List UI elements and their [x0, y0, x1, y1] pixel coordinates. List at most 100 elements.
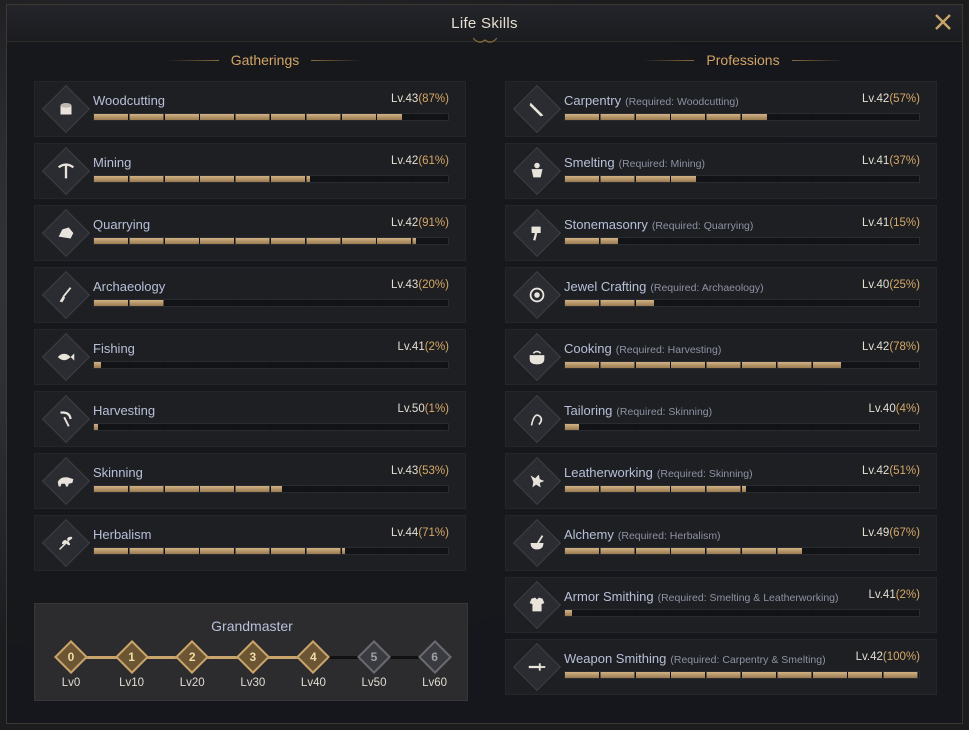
skill-requirement: (Required: Herbalism) [617, 530, 721, 542]
skill-progress-bar [564, 237, 920, 245]
skill-progress-bar [564, 671, 920, 679]
skill-row[interactable]: Cooking (Required: Harvesting) Lv.42(78%) [505, 329, 937, 385]
skill-requirement: (Required: Skinning) [616, 406, 713, 418]
skill-level-percent: (2%) [895, 589, 920, 601]
divider [166, 59, 219, 61]
skill-progress-segments [94, 486, 448, 492]
skill-progress-bar [93, 113, 449, 121]
skill-requirement: (Required: Mining) [618, 158, 705, 170]
skill-progress-segments [94, 300, 448, 306]
skill-progress-bar [564, 609, 920, 617]
skill-row[interactable]: Alchemy (Required: Herbalism) Lv.49(67%) [505, 515, 937, 571]
skill-level: Lv.40(4%) [868, 403, 920, 415]
skill-name-text: Weapon Smithing [564, 651, 667, 666]
skill-row[interactable]: Weapon Smithing (Required: Carpentry & Sm… [505, 639, 937, 695]
skill-level-percent: (91%) [418, 217, 449, 229]
herb-leaf-icon [49, 526, 83, 560]
grandmaster-title: Grandmaster [211, 618, 293, 634]
skill-level-value: Lv.43 [391, 279, 419, 291]
skill-row[interactable]: Jewel Crafting (Required: Archaeology) Lv.… [505, 267, 937, 323]
skill-name-text: Archaeology [93, 279, 166, 294]
skill-row[interactable]: Stonemasonry (Required: Quarrying) Lv.41(1… [505, 205, 937, 261]
skill-level-percent: (51%) [889, 465, 920, 477]
skill-name: Stonemasonry (Required: Quarrying) [564, 217, 753, 232]
title-bar: Life Skills [7, 5, 962, 43]
boar-icon [49, 464, 83, 498]
skill-progress-bar [564, 423, 920, 431]
skill-row[interactable]: Woodcutting Lv.43(87%) [34, 81, 466, 137]
skill-progress-segments [565, 238, 919, 244]
skill-name-text: Mining [93, 155, 132, 170]
skill-level-percent: (4%) [895, 403, 920, 415]
shovel-icon [49, 278, 83, 312]
skill-level: Lv.42(61%) [391, 155, 449, 167]
skill-level-percent: (53%) [418, 465, 449, 477]
skill-level-value: Lv.41 [862, 155, 890, 167]
skill-name-text: Armor Smithing [564, 589, 654, 604]
skill-requirement: (Required: Woodcutting) [625, 96, 739, 108]
skill-progress-segments [565, 362, 919, 368]
skill-level: Lv.42(78%) [862, 341, 920, 353]
skill-name-text: Alchemy [564, 527, 614, 542]
skill-name-text: Carpentry [564, 93, 622, 108]
skill-requirement: (Required: Carpentry & Smelting) [670, 654, 826, 666]
skill-name-text: Leatherworking [564, 465, 653, 480]
stone-hammer-icon [520, 216, 554, 250]
tier-number: 6 [431, 650, 438, 664]
skill-row[interactable]: Carpentry (Required: Woodcutting) Lv.42(57… [505, 81, 937, 137]
gem-ring-icon [520, 278, 554, 312]
skill-level-percent: (15%) [889, 217, 920, 229]
skill-row[interactable]: Mining Lv.42(61%) [34, 143, 466, 199]
skill-name: Alchemy (Required: Herbalism) [564, 527, 721, 542]
skill-name-text: Tailoring [564, 403, 613, 418]
skill-name: Leatherworking (Required: Skinning) [564, 465, 753, 480]
tier-label: Lv40 [300, 677, 326, 689]
skill-row[interactable]: Armor Smithing (Required: Smelting & Leat… [505, 577, 937, 633]
skill-row[interactable]: Skinning Lv.43(53%) [34, 453, 466, 509]
close-button[interactable] [932, 11, 954, 33]
skill-level: Lv.43(20%) [391, 279, 449, 291]
skill-progress-segments [94, 424, 448, 430]
skill-row[interactable]: Smelting (Required: Mining) Lv.41(37%) [505, 143, 937, 199]
saw-icon [520, 92, 554, 126]
mortar-pestle-icon [520, 526, 554, 560]
skill-name: Mining [93, 155, 131, 170]
sword-icon [520, 650, 554, 684]
tier-label: Lv60 [422, 677, 448, 689]
crucible-icon [520, 154, 554, 188]
skill-level: Lv.43(87%) [391, 93, 449, 105]
skill-name: Weapon Smithing (Required: Carpentry & Sm… [564, 651, 826, 666]
skill-level-value: Lv.40 [868, 403, 896, 415]
skill-level-percent: (87%) [418, 93, 449, 105]
skill-level-percent: (67%) [889, 527, 920, 539]
skill-row[interactable]: Tailoring (Required: Skinning) Lv.40(4%) [505, 391, 937, 447]
skill-level-value: Lv.42 [391, 217, 419, 229]
skill-name: Armor Smithing (Required: Smelting & Leat… [564, 589, 839, 604]
skill-level: Lv.41(15%) [862, 217, 920, 229]
skill-level-percent: (25%) [889, 279, 920, 291]
skill-level-value: Lv.41 [862, 217, 890, 229]
skill-name: Cooking (Required: Harvesting) [564, 341, 721, 356]
skill-requirement: (Required: Smelting & Leatherworking) [657, 592, 839, 604]
skill-progress-bar [93, 175, 449, 183]
skill-progress-segments [565, 548, 919, 554]
skill-progress-segments [565, 300, 919, 306]
skill-level: Lv.42(51%) [862, 465, 920, 477]
skill-level-percent: (57%) [889, 93, 920, 105]
skill-progress-segments [94, 176, 448, 182]
tier-number: 1 [128, 650, 135, 664]
tier-number: 0 [67, 650, 75, 664]
skill-row[interactable]: Fishing Lv.41(2%) [34, 329, 466, 385]
skill-row[interactable]: Leatherworking (Required: Skinning) Lv.42(… [505, 453, 937, 509]
skill-level-percent: (2%) [424, 341, 449, 353]
skill-row[interactable]: Harvesting Lv.50(1%) [34, 391, 466, 447]
skill-progress-bar [93, 485, 449, 493]
skill-requirement: (Required: Quarrying) [651, 220, 754, 232]
skill-level-value: Lv.43 [391, 93, 419, 105]
skill-level: Lv.41(37%) [862, 155, 920, 167]
skill-row[interactable]: Quarrying Lv.42(91%) [34, 205, 466, 261]
cooking-pot-icon [520, 340, 554, 374]
skill-progress-bar [564, 175, 920, 183]
skill-row[interactable]: Herbalism Lv.44(71%) [34, 515, 466, 571]
skill-row[interactable]: Archaeology Lv.43(20%) [34, 267, 466, 323]
